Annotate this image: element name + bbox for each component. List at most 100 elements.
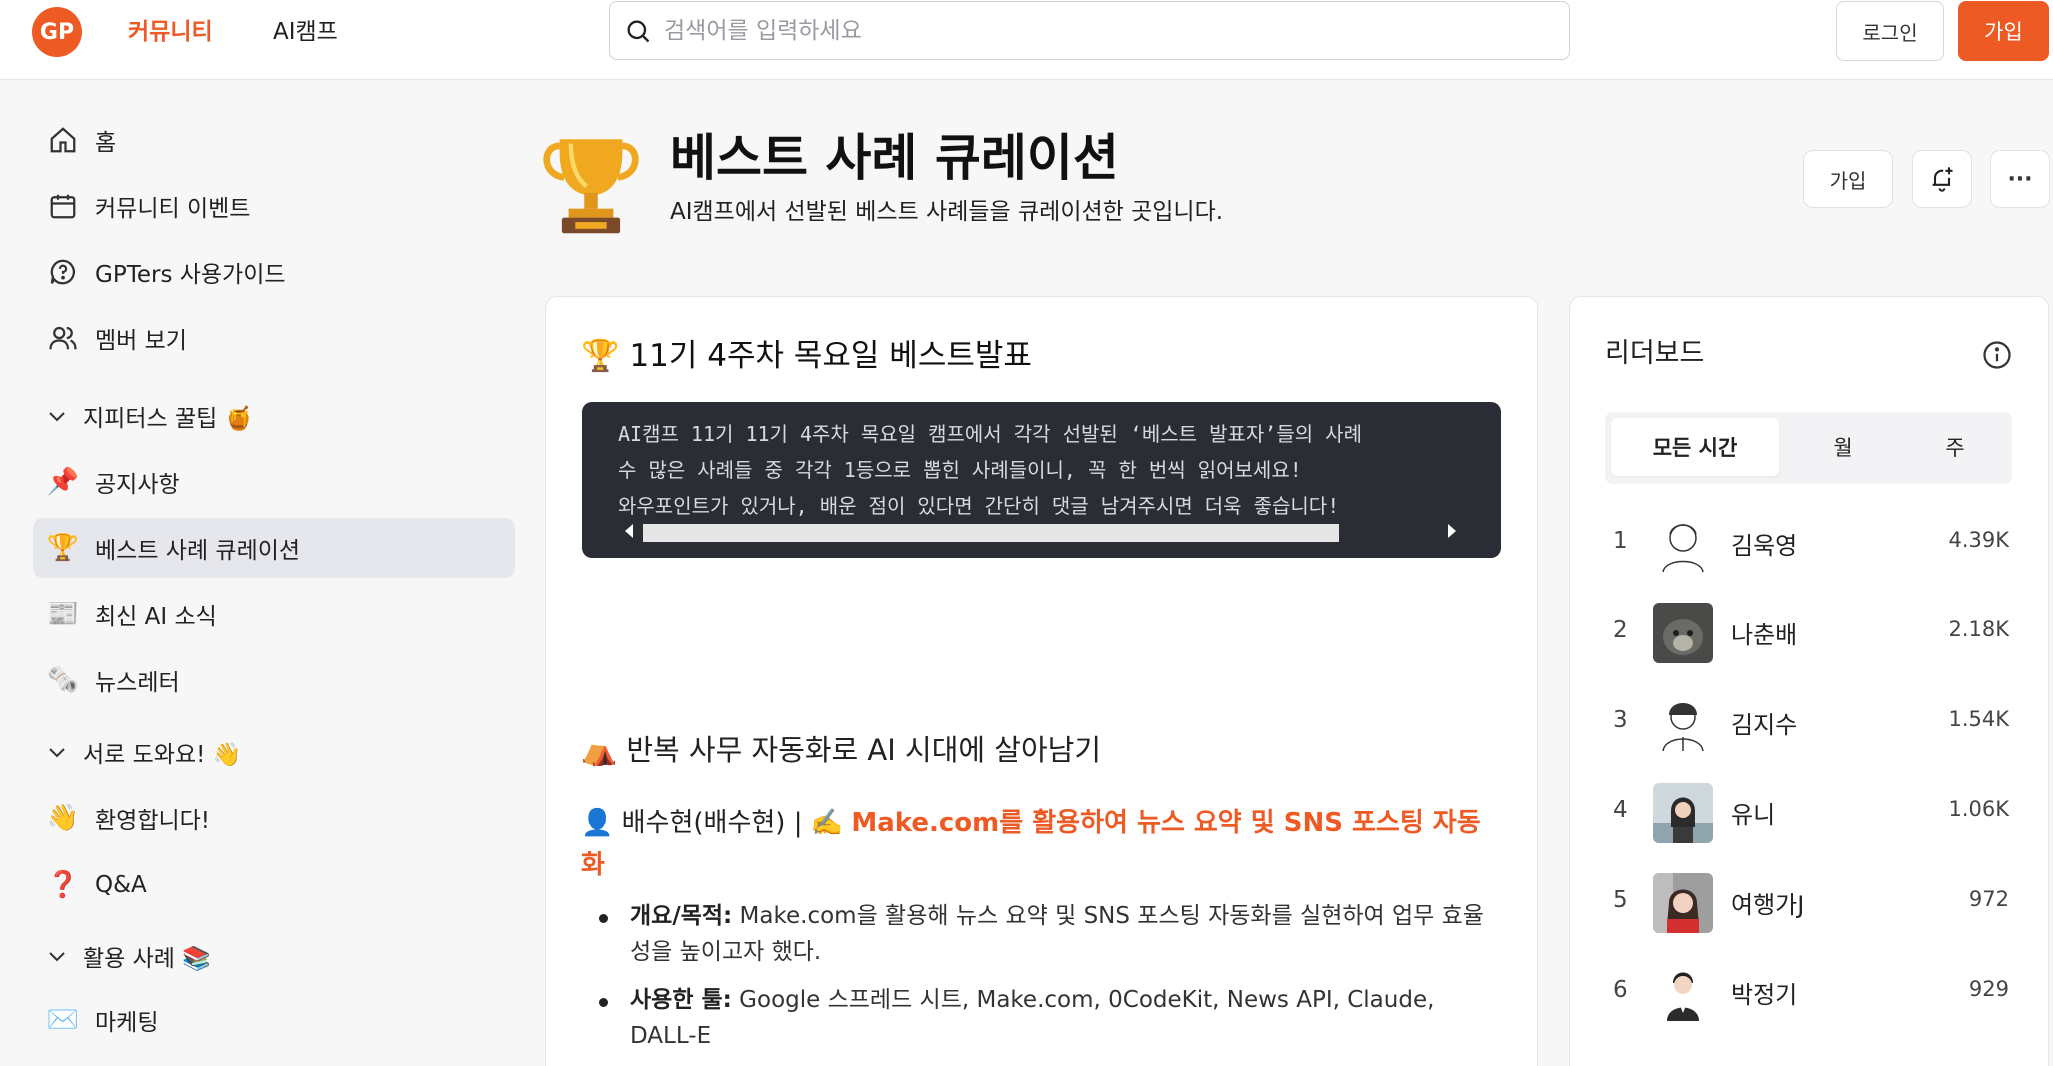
waving-hand-icon: 👋: [46, 803, 80, 833]
sidebar-item-ai-news[interactable]: 📰 최신 AI 소식: [33, 584, 515, 644]
more-options-button[interactable]: ···: [1990, 150, 2050, 208]
sidebar-item-notice[interactable]: 📌 공지사항: [33, 452, 515, 512]
avatar: [1653, 514, 1713, 574]
trophy-icon: [543, 139, 639, 234]
leaderboard-row[interactable]: 5 여행가J 972: [1605, 873, 2013, 937]
rank: 1: [1613, 528, 1628, 554]
space-join-button[interactable]: 가입: [1803, 150, 1893, 208]
sidebar-item-guide[interactable]: GPTers 사용가이드: [33, 242, 515, 302]
sidebar-item-newsletter[interactable]: 🗞️ 뉴스레터: [33, 650, 515, 710]
chevron-down-icon: [49, 412, 65, 422]
sidebar-item-label: 커뮤니티 이벤트: [95, 196, 251, 222]
sidebar-item-label: Q&A: [95, 872, 147, 898]
avatar: [1653, 693, 1713, 753]
sidebar-group-tips[interactable]: 지피터스 꿀팁 🍯: [45, 391, 253, 441]
gpters-logo[interactable]: GP: [32, 7, 82, 57]
member-points: 4.39K: [1948, 528, 2009, 552]
search-icon: [627, 20, 650, 42]
page-title: 베스트 사례 큐레이션: [670, 129, 1119, 187]
sidebar-item-marketing[interactable]: ✉️ 마케팅: [33, 990, 515, 1050]
search-input[interactable]: [664, 17, 1544, 44]
envelope-icon: ✉️: [46, 1005, 80, 1035]
member-name: 유니: [1731, 801, 1776, 829]
nav-community[interactable]: 커뮤니티: [128, 14, 213, 50]
member-name: 김지수: [1731, 711, 1798, 739]
sidebar-group-label: 활용 사례 📚: [83, 946, 211, 972]
leaderboard-row[interactable]: 6 박정기 929: [1605, 963, 2013, 1027]
sidebar-item-label: 멤버 보기: [95, 328, 187, 354]
sidebar-item-label: 홈: [95, 130, 117, 156]
sidebar-item-members[interactable]: 멤버 보기: [33, 308, 515, 368]
code-scrollbar-thumb[interactable]: [643, 524, 1339, 542]
sidebar-item-best-cases[interactable]: 🏆 베스트 사례 큐레이션: [33, 518, 515, 578]
section-heading: ⛺ 반복 사무 자동화로 AI 시대에 살아남기: [581, 733, 1102, 767]
avatar: [1653, 873, 1713, 933]
leaderboard-row[interactable]: 4 유니 1.06K: [1605, 783, 2013, 847]
scroll-left-icon[interactable]: [625, 524, 633, 538]
bell-plus-icon: [1932, 167, 1953, 192]
sidebar-item-label: 베스트 사례 큐레이션: [95, 538, 301, 564]
code-line: 수 많은 사례들 중 각각 1등으로 뽑힌 사례들이니, 꼭 한 번씩 읽어보세…: [618, 458, 1302, 482]
sidebar-item-label: 뉴스레터: [95, 670, 180, 696]
rank: 3: [1613, 707, 1628, 733]
notification-button[interactable]: [1912, 150, 1972, 208]
member-name: 김욱영: [1731, 532, 1798, 560]
sidebar-item-label: 환영합니다!: [95, 808, 211, 834]
sidebar-group-label: 서로 도와요! 👋: [83, 742, 242, 768]
rank: 5: [1613, 887, 1628, 913]
nav-ai-camp[interactable]: AI캠프: [273, 14, 338, 50]
code-line: 와우포인트가 있거나, 배운 점이 있다면 간단히 댓글 남겨주시면 더욱 좋습…: [618, 494, 1340, 518]
member-points: 929: [1968, 977, 2009, 1001]
code-line: AI캠프 11기 11기 4주차 목요일 캠프에서 각각 선발된 ‘베스트 발표…: [618, 422, 1362, 446]
post-heading: 🏆 11기 4주차 목요일 베스트발표: [581, 338, 1032, 374]
search-box[interactable]: [609, 1, 1570, 60]
sidebar-item-label: GPTers 사용가이드: [95, 262, 286, 288]
sidebar-item-label: 공지사항: [95, 472, 180, 498]
sidebar-item-community-event[interactable]: 커뮤니티 이벤트: [33, 176, 515, 236]
author-line: 👤 배수현(배수현) | ✍️ Make.com를 활용하여 뉴스 요약 및 S…: [581, 802, 1501, 886]
rank: 6: [1613, 977, 1628, 1003]
tab-week[interactable]: 주: [1901, 418, 2009, 476]
bullet-text: Make.com을 활용해 뉴스 요약 및 SNS 포스팅 자동화를 실현하여 …: [630, 903, 1484, 965]
sidebar-group-label: 지피터스 꿀팁 🍯: [83, 406, 254, 432]
top-header: GP 커뮤니티 AI캠프 로그인 가입: [0, 0, 2053, 80]
sidebar-item-qna[interactable]: ❓ Q&A: [33, 855, 515, 915]
tab-all-time[interactable]: 모든 시간: [1611, 418, 1779, 476]
member-points: 1.54K: [1948, 707, 2009, 731]
info-icon[interactable]: [1982, 340, 2012, 370]
rank: 2: [1613, 617, 1628, 643]
login-button[interactable]: 로그인: [1836, 1, 1944, 61]
calendar-icon: [45, 188, 81, 224]
author-name: 👤 배수현(배수현) | ✍️: [581, 808, 852, 838]
sidebar-group-help[interactable]: 서로 도와요! 👋: [45, 727, 241, 777]
sidebar-group-cases[interactable]: 활용 사례 📚: [45, 931, 211, 981]
bullet-label: 사용한 툴:: [630, 987, 732, 1013]
leaderboard-row[interactable]: 3 김지수 1.54K: [1605, 693, 2013, 757]
list-item: 사용한 툴: Google 스프레드 시트, Make.com, 0CodeKi…: [595, 982, 1500, 1054]
question-mark-icon: ❓: [46, 870, 80, 900]
avatar: [1653, 783, 1713, 843]
sidebar-item-home[interactable]: 홈: [33, 110, 515, 170]
scroll-right-icon[interactable]: [1448, 524, 1456, 538]
leaderboard-row[interactable]: 2 나춘배 2.18K: [1605, 603, 2013, 667]
sidebar-item-welcome[interactable]: 👋 환영합니다!: [33, 788, 515, 848]
avatar: [1653, 603, 1713, 663]
chevron-down-icon: [49, 952, 65, 962]
member-points: 1.06K: [1948, 797, 2009, 821]
tab-month[interactable]: 월: [1785, 418, 1901, 476]
join-button[interactable]: 가입: [1958, 1, 2049, 61]
avatar: [1653, 963, 1713, 1023]
member-name: 여행가J: [1731, 891, 1805, 919]
bullet-label: 개요/목적:: [630, 903, 733, 929]
sidebar-item-label: 마케팅: [95, 1010, 159, 1036]
members-icon: [45, 320, 81, 356]
help-bubble-icon: [45, 254, 81, 290]
bullet-text: Google 스프레드 시트, Make.com, 0CodeKit, News…: [630, 987, 1435, 1049]
member-points: 972: [1968, 887, 2009, 911]
rank: 4: [1613, 797, 1628, 823]
newspaper-icon: 📰: [46, 599, 80, 629]
member-points: 2.18K: [1948, 617, 2009, 641]
list-item: 개요/목적: Make.com을 활용해 뉴스 요약 및 SNS 포스팅 자동화…: [595, 898, 1500, 970]
leaderboard-row[interactable]: 1 김욱영 4.39K: [1605, 514, 2013, 578]
summary-list: 개요/목적: Make.com을 활용해 뉴스 요약 및 SNS 포스팅 자동화…: [595, 898, 1500, 1066]
